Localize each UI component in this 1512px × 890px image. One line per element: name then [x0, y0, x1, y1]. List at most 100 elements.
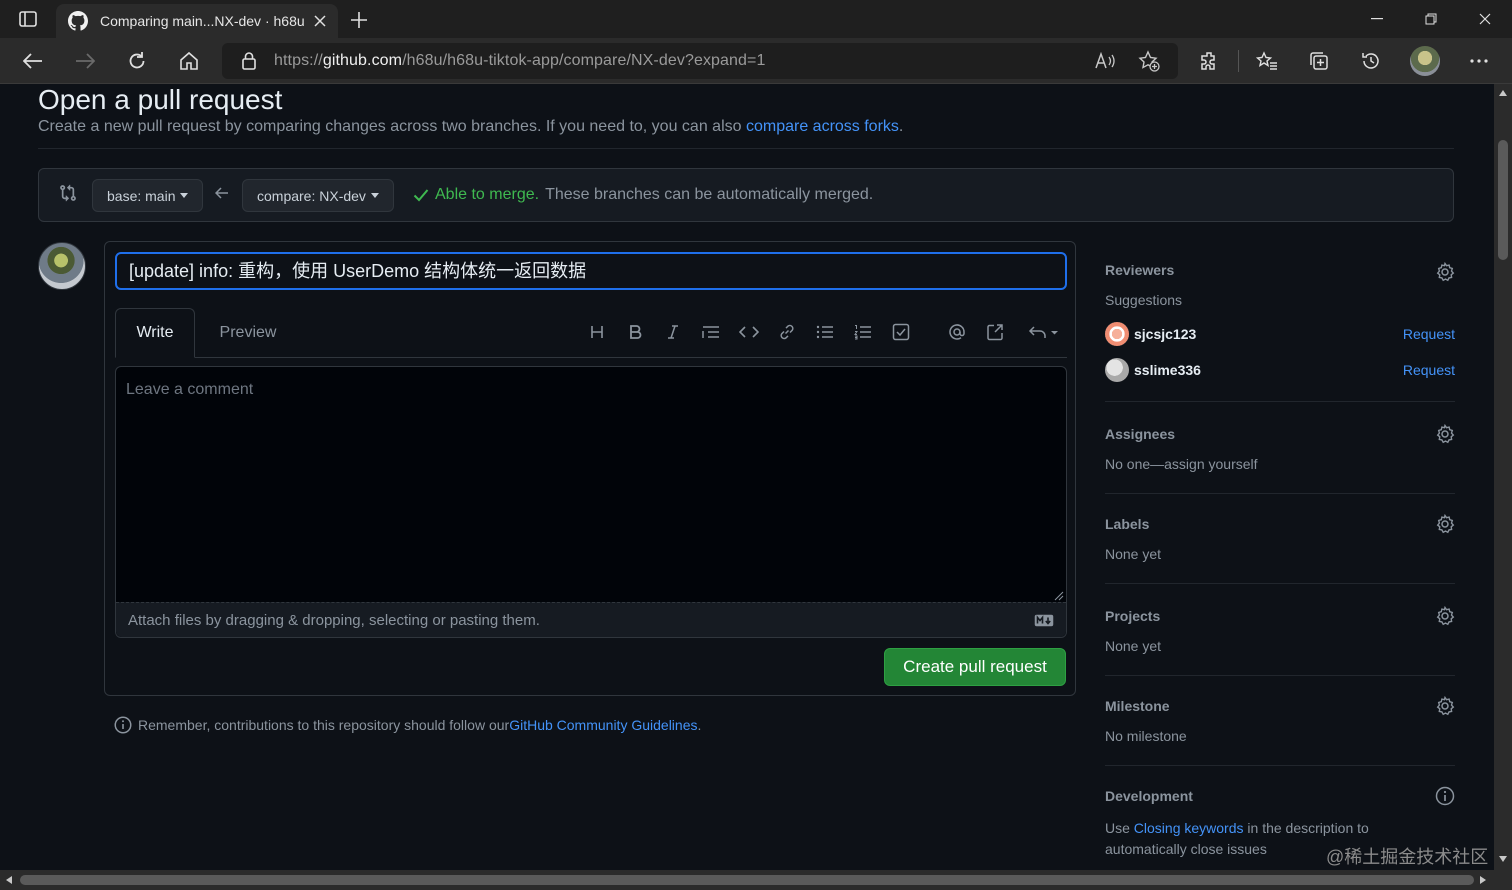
mention-icon[interactable] — [945, 320, 969, 344]
scroll-left-icon[interactable] — [6, 876, 12, 884]
italic-icon[interactable] — [661, 320, 685, 344]
refresh-icon[interactable] — [122, 47, 152, 75]
tab-write[interactable]: Write — [115, 308, 195, 358]
labels-heading[interactable]: Labels — [1105, 516, 1455, 532]
restore-icon[interactable] — [1404, 0, 1458, 38]
reviewer-name[interactable]: sslime336 — [1134, 362, 1201, 378]
add-favorite-icon[interactable] — [1136, 49, 1162, 73]
create-pull-request-button[interactable]: Create pull request — [884, 648, 1066, 686]
reviewers-section: Reviewers Suggestions sjcsjc123 Request … — [1105, 256, 1455, 402]
forward-icon[interactable] — [70, 47, 100, 75]
info-icon[interactable] — [1435, 786, 1455, 806]
base-branch-select[interactable]: base: main — [92, 179, 204, 212]
browser-toolbar: https://github.com/h68u/h68u-tiktok-app/… — [0, 38, 1512, 84]
comment-placeholder: Leave a comment — [126, 381, 254, 398]
projects-heading[interactable]: Projects — [1105, 608, 1455, 624]
milestone-heading[interactable]: Milestone — [1105, 698, 1455, 714]
labels-value: None yet — [1105, 546, 1162, 562]
scroll-right-icon[interactable] — [1480, 876, 1486, 884]
caret-down-icon — [180, 193, 189, 198]
author-avatar[interactable] — [38, 242, 86, 290]
browser-tab[interactable]: Comparing main...NX-dev · h68u/h68u-tikt… — [56, 4, 338, 38]
info-icon — [114, 716, 132, 734]
pr-sidebar: Reviewers Suggestions sjcsjc123 Request … — [1105, 256, 1455, 870]
page-content: Open a pull request Create a new pull re… — [0, 84, 1494, 870]
branch-range-bar: base: main compare: NX-dev Able to merge… — [38, 168, 1454, 222]
browser-tab-bar: Comparing main...NX-dev · h68u/h68u-tikt… — [0, 0, 1512, 38]
closing-keywords-link[interactable]: Closing keywords — [1134, 820, 1244, 836]
editor-tabs: Write Preview — [115, 308, 1067, 358]
gear-icon[interactable] — [1435, 514, 1455, 534]
ordered-list-icon[interactable] — [851, 320, 875, 344]
avatar[interactable] — [1105, 322, 1129, 346]
address-bar[interactable]: https://github.com/h68u/h68u-tiktok-app/… — [222, 43, 1178, 79]
horizontal-scrollbar[interactable] — [0, 870, 1512, 890]
lock-icon[interactable] — [242, 52, 256, 70]
more-menu-icon[interactable] — [1464, 47, 1494, 75]
tab-preview[interactable]: Preview — [207, 308, 289, 358]
reviewers-heading[interactable]: Reviewers — [1105, 256, 1455, 278]
assignees-heading[interactable]: Assignees — [1105, 426, 1455, 442]
merge-ok-text: Able to merge. — [435, 186, 540, 203]
heading-icon[interactable] — [585, 320, 609, 344]
milestone-section: Milestone No milestone — [1105, 676, 1455, 766]
tab-title: Comparing main...NX-dev · h68u/h68u-tikt… — [100, 13, 304, 29]
profile-avatar[interactable] — [1410, 46, 1440, 76]
watermark: @稀土掘金技术社区 — [1326, 847, 1489, 867]
gear-icon[interactable] — [1435, 424, 1455, 444]
scrollbar-thumb[interactable] — [20, 875, 1474, 885]
minimize-icon[interactable] — [1350, 0, 1404, 38]
tab-close-icon[interactable] — [314, 15, 326, 27]
close-window-icon[interactable] — [1458, 0, 1512, 38]
scrollbar-thumb[interactable] — [1498, 140, 1508, 260]
new-tab-icon[interactable] — [346, 7, 372, 33]
home-icon[interactable] — [174, 47, 204, 75]
reviewer-suggestion: sslime336 Request — [1105, 352, 1455, 388]
community-guidelines-link[interactable]: GitHub Community Guidelines — [509, 717, 697, 733]
extensions-icon[interactable] — [1194, 47, 1224, 75]
pull-request-form: [update] info: 重构，使用 UserDemo 结构体统一返回数据 … — [104, 241, 1076, 696]
avatar[interactable] — [1105, 358, 1129, 382]
reviewer-suggestion: sjcsjc123 Request — [1105, 316, 1455, 352]
history-icon[interactable] — [1356, 47, 1386, 75]
gear-icon[interactable] — [1435, 696, 1455, 716]
back-icon[interactable] — [18, 47, 48, 75]
milestone-value: No milestone — [1105, 728, 1187, 744]
merge-status: Able to merge. These branches can be aut… — [413, 186, 873, 204]
development-heading: Development — [1105, 788, 1193, 804]
request-review-link[interactable]: Request — [1403, 326, 1455, 342]
assignees-value[interactable]: No one—assign yourself — [1105, 456, 1455, 472]
quote-icon[interactable] — [699, 320, 723, 344]
labels-section: Labels None yet — [1105, 494, 1455, 584]
gear-icon[interactable] — [1435, 262, 1455, 282]
compare-forks-link[interactable]: compare across forks — [746, 118, 899, 135]
gear-icon[interactable] — [1435, 606, 1455, 626]
comment-textarea[interactable]: Leave a comment Attach files by dragging… — [115, 366, 1067, 638]
toolbar-divider — [1238, 50, 1239, 72]
undo-icon[interactable] — [1027, 320, 1061, 344]
code-icon[interactable] — [737, 320, 761, 344]
reviewer-name[interactable]: sjcsjc123 — [1134, 326, 1196, 342]
check-icon — [413, 188, 429, 202]
cross-reference-icon[interactable] — [983, 320, 1007, 344]
resize-handle-icon[interactable] — [1054, 591, 1064, 601]
tab-actions-icon[interactable] — [12, 8, 44, 30]
favorites-icon[interactable] — [1252, 47, 1282, 75]
pr-title-input[interactable]: [update] info: 重构，使用 UserDemo 结构体统一返回数据 — [115, 252, 1067, 290]
read-aloud-icon[interactable] — [1092, 49, 1118, 73]
link-icon[interactable] — [775, 320, 799, 344]
suggestions-label: Suggestions — [1105, 292, 1183, 308]
collections-icon[interactable] — [1304, 47, 1334, 75]
compare-branch-select[interactable]: compare: NX-dev — [242, 179, 394, 212]
window-controls — [1350, 0, 1512, 38]
page-title: Open a pull request — [38, 84, 283, 115]
task-list-icon[interactable] — [889, 320, 913, 344]
url-text: https://github.com/h68u/h68u-tiktok-app/… — [274, 52, 766, 69]
vertical-scrollbar[interactable] — [1494, 84, 1512, 870]
scroll-down-icon[interactable] — [1499, 856, 1507, 862]
scroll-up-icon[interactable] — [1499, 90, 1507, 96]
bold-icon[interactable] — [623, 320, 647, 344]
attach-files-area[interactable]: Attach files by dragging & dropping, sel… — [116, 602, 1066, 637]
unordered-list-icon[interactable] — [813, 320, 837, 344]
request-review-link[interactable]: Request — [1403, 362, 1455, 378]
